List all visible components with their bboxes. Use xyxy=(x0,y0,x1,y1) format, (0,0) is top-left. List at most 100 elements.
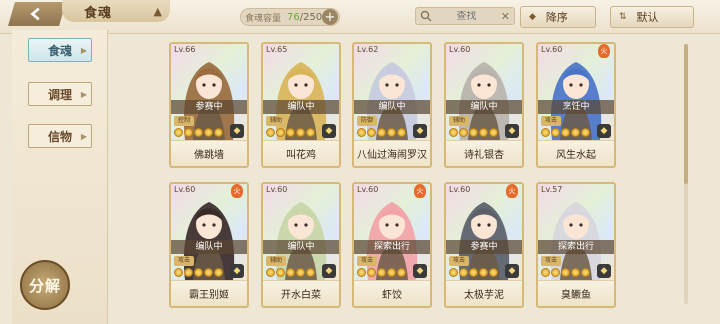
page-title-tab: 食魂 ▲ xyxy=(62,0,170,22)
star-icon xyxy=(459,268,468,277)
star-icon xyxy=(306,128,315,137)
food-soul-card[interactable]: Lv.62 编队中 防御 ◆ 八仙过海闹罗汉 xyxy=(352,42,432,168)
star-icon xyxy=(469,128,478,137)
search-input[interactable] xyxy=(438,10,495,22)
star-icon xyxy=(541,128,550,137)
star-icon xyxy=(204,268,213,277)
top-bar: 食魂 ▲ 食魂容量 76 /250 + ✕ ◆ 降序 ⇅ 默认 xyxy=(0,0,720,34)
star-icon xyxy=(581,268,590,277)
sort-order-button[interactable]: ◆ 降序 xyxy=(520,6,596,28)
sort-type-icon: ⇅ xyxy=(619,12,627,22)
expand-capacity-button[interactable]: + xyxy=(322,9,338,25)
card-level: Lv.60 xyxy=(357,185,379,194)
star-icon xyxy=(286,128,295,137)
card-role: 攻击 xyxy=(541,256,561,266)
tab-conditioning[interactable]: 调理 ▶ xyxy=(28,82,92,106)
flame-badge-icon: 火 xyxy=(414,184,426,198)
star-icon xyxy=(387,268,396,277)
card-name: 臭鳜鱼 xyxy=(538,280,614,306)
star-icon xyxy=(377,128,386,137)
chevron-right-icon: ▶ xyxy=(80,45,87,55)
star-icon xyxy=(204,128,213,137)
element-type-icon: ◆ xyxy=(505,264,519,278)
card-level: Lv.66 xyxy=(174,45,196,54)
back-button[interactable] xyxy=(8,2,66,26)
food-soul-card[interactable]: Lv.60 火编队中 攻击 ◆ 霸王别姬 xyxy=(169,182,249,308)
star-icon xyxy=(266,128,275,137)
card-role: 攻击 xyxy=(541,116,561,126)
tab-food-souls[interactable]: 食魂 ▶ xyxy=(28,38,92,62)
capacity-total: /250 xyxy=(299,11,323,23)
food-soul-card[interactable]: Lv.57 探索出行 攻击 ◆ 臭鳜鱼 xyxy=(536,182,616,308)
star-rating xyxy=(541,128,590,138)
element-type-icon: ◆ xyxy=(413,124,427,138)
flame-badge-icon: 火 xyxy=(506,184,518,198)
card-role: 辅助 xyxy=(449,116,469,126)
star-icon xyxy=(449,268,458,277)
star-icon xyxy=(296,268,305,277)
star-icon xyxy=(459,128,468,137)
star-icon xyxy=(184,268,193,277)
card-name: 佛跳墙 xyxy=(171,140,247,166)
card-role: 防御 xyxy=(357,116,377,126)
clear-search-icon[interactable]: ✕ xyxy=(501,10,510,23)
card-level: Lv.60 xyxy=(449,45,471,54)
star-icon xyxy=(174,128,183,137)
star-icon xyxy=(479,268,488,277)
star-rating xyxy=(357,128,406,138)
food-soul-card[interactable]: Lv.65 编队中 辅助 ◆ 叫花鸡 xyxy=(261,42,341,168)
star-icon xyxy=(551,268,560,277)
food-soul-card[interactable]: Lv.60 火烹饪中 攻击 ◆ 风生水起 xyxy=(536,42,616,168)
element-type-icon: ◆ xyxy=(322,124,336,138)
element-type-icon: ◆ xyxy=(230,124,244,138)
star-icon xyxy=(194,128,203,137)
card-status: 烹饪中 xyxy=(538,100,614,114)
star-rating xyxy=(357,268,406,278)
star-icon xyxy=(367,128,376,137)
star-icon xyxy=(541,268,550,277)
element-type-icon: ◆ xyxy=(230,264,244,278)
sidebar: 食魂 ▶ 调理 ▶ 信物 ▶ 分解 xyxy=(12,30,108,324)
card-status: 编队中 xyxy=(354,100,430,114)
star-icon xyxy=(357,128,366,137)
card-level: Lv.60 xyxy=(449,185,471,194)
star-icon xyxy=(571,128,580,137)
star-icon xyxy=(397,268,406,277)
element-type-icon: ◆ xyxy=(505,124,519,138)
star-icon xyxy=(214,268,223,277)
card-status: 探索出行 xyxy=(538,240,614,254)
star-icon xyxy=(571,268,580,277)
star-rating xyxy=(266,268,315,278)
star-icon xyxy=(184,128,193,137)
food-soul-card[interactable]: Lv.60 火参赛中 攻击 ◆ 太极芋泥 xyxy=(444,182,524,308)
star-icon xyxy=(174,268,183,277)
card-level: Lv.57 xyxy=(541,185,563,194)
food-soul-card[interactable]: Lv.66 参赛中 控制 ◆ 佛跳墙 xyxy=(169,42,249,168)
capacity-current: 76 xyxy=(287,11,300,23)
scrollbar-thumb[interactable] xyxy=(684,44,688,184)
card-name: 霸王别姬 xyxy=(171,280,247,306)
decompose-button[interactable]: 分解 xyxy=(20,260,70,310)
card-name: 叫花鸡 xyxy=(263,140,339,166)
food-soul-card[interactable]: Lv.60 编队中 辅助 ◆ 开水白菜 xyxy=(261,182,341,308)
decompose-label: 分解 xyxy=(28,276,61,295)
star-icon xyxy=(469,268,478,277)
star-icon xyxy=(561,128,570,137)
star-rating xyxy=(449,268,498,278)
chevron-right-icon: ▶ xyxy=(80,89,87,99)
star-icon xyxy=(214,128,223,137)
card-name: 风生水起 xyxy=(538,140,614,166)
card-status: 编队中 xyxy=(263,240,339,254)
star-icon xyxy=(357,268,366,277)
tab-tokens[interactable]: 信物 ▶ xyxy=(28,124,92,148)
chevron-right-icon: ▶ xyxy=(80,131,87,141)
sort-type-button[interactable]: ⇅ 默认 xyxy=(610,6,694,28)
card-role: 攻击 xyxy=(357,256,377,266)
star-rating xyxy=(174,128,223,138)
food-soul-card[interactable]: Lv.60 编队中 辅助 ◆ 诗礼银杏 xyxy=(444,42,524,168)
card-role: 辅助 xyxy=(266,116,286,126)
star-icon xyxy=(266,268,275,277)
star-icon xyxy=(367,268,376,277)
card-status: 探索出行 xyxy=(354,240,430,254)
food-soul-card[interactable]: Lv.60 火探索出行 攻击 ◆ 虾饺 xyxy=(352,182,432,308)
